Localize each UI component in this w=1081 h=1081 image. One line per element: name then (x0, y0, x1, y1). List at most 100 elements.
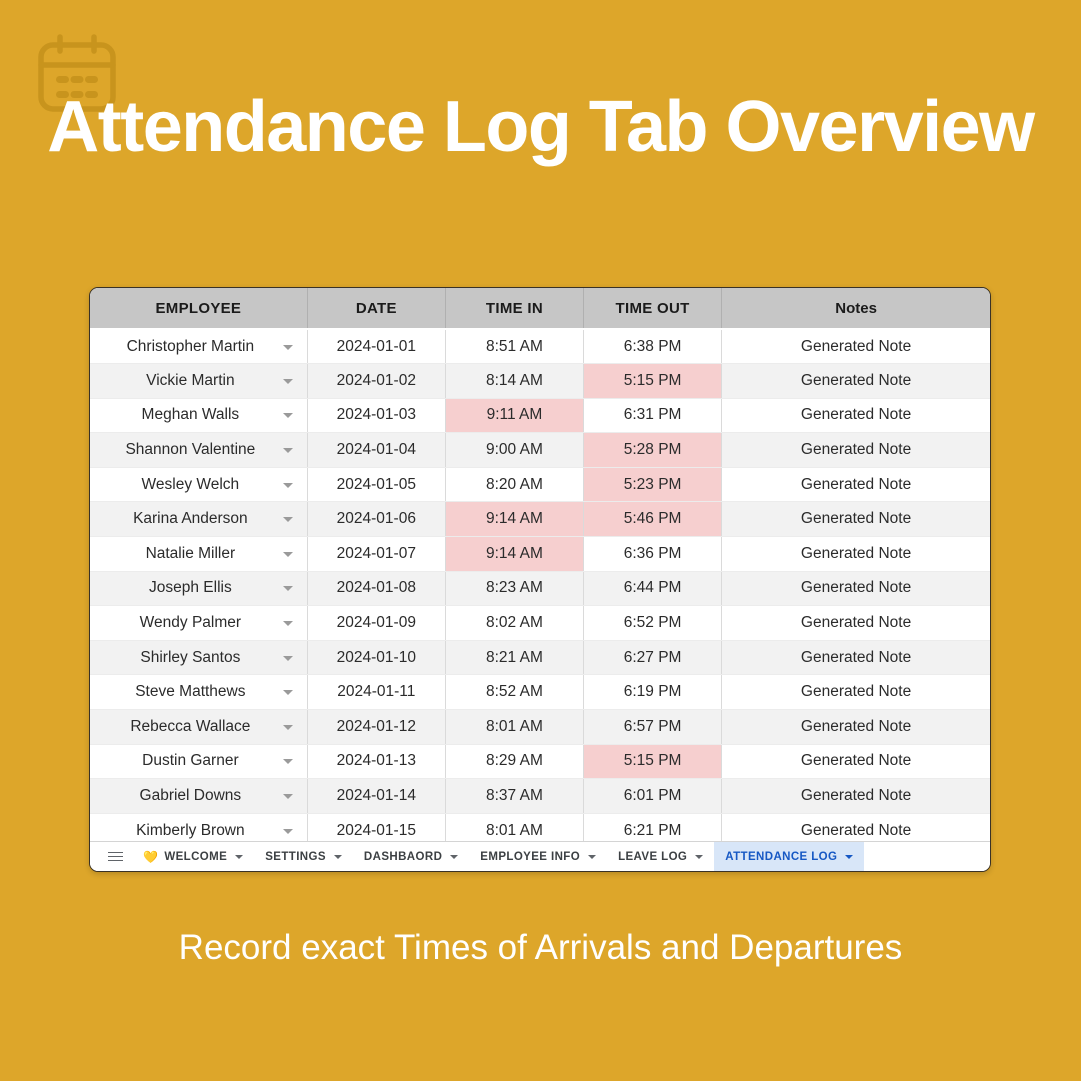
cell-time-in[interactable]: 9:14 AM (445, 536, 585, 572)
sheet-tab-leave-log[interactable]: LEAVE LOG (607, 842, 714, 871)
cell-time-in[interactable]: 8:14 AM (445, 363, 585, 399)
chevron-down-icon[interactable] (282, 724, 293, 730)
cell-time-out[interactable]: 5:15 PM (583, 744, 723, 780)
cell-time-in[interactable]: 8:21 AM (445, 640, 585, 676)
cell-employee[interactable]: Rebecca Wallace (90, 709, 308, 745)
cell-time-in[interactable]: 8:02 AM (445, 605, 585, 641)
cell-time-out[interactable]: 6:19 PM (583, 674, 723, 711)
cell-notes[interactable]: Generated Note (721, 571, 990, 607)
cell-notes[interactable]: Generated Note (721, 744, 990, 780)
cell-time-in[interactable]: 9:00 AM (445, 432, 585, 468)
chevron-down-icon[interactable] (588, 854, 597, 859)
column-header-time-out[interactable]: TIME OUT (583, 288, 723, 330)
cell-employee[interactable]: Gabriel Downs (90, 778, 308, 814)
chevron-down-icon[interactable] (282, 413, 293, 419)
cell-date[interactable]: 2024-01-03 (307, 398, 446, 434)
cell-time-in[interactable]: 8:20 AM (445, 467, 585, 503)
cell-time-out[interactable]: 6:01 PM (583, 778, 723, 814)
table-row[interactable]: Rebecca Wallace 2024-01-12 8:01 AM 6:57 PM G… (90, 709, 990, 745)
cell-employee[interactable]: Meghan Walls (90, 398, 308, 434)
cell-time-out[interactable]: 5:46 PM (583, 501, 723, 538)
cell-time-out[interactable]: 6:57 PM (583, 709, 723, 745)
table-row[interactable]: Vickie Martin 2024-01-02 8:14 AM 5:15 PM Gen… (90, 363, 990, 399)
cell-employee[interactable]: Wendy Palmer (90, 605, 308, 641)
cell-time-out[interactable]: 5:28 PM (583, 432, 723, 468)
cell-date[interactable]: 2024-01-12 (307, 709, 446, 745)
table-row[interactable]: Meghan Walls 2024-01-03 9:11 AM 6:31 PM Gene… (90, 398, 990, 434)
cell-notes[interactable]: Generated Note (721, 709, 990, 745)
chevron-down-icon[interactable] (845, 854, 854, 859)
cell-time-in[interactable]: 8:52 AM (445, 674, 585, 711)
table-row[interactable]: Kimberly Brown 2024-01-15 8:01 AM 6:21 PM Ge… (90, 813, 990, 841)
cell-date[interactable]: 2024-01-05 (307, 467, 446, 503)
cell-date[interactable]: 2024-01-10 (307, 640, 446, 676)
cell-employee[interactable]: Vickie Martin (90, 363, 308, 399)
cell-notes[interactable]: Generated Note (721, 640, 990, 676)
column-header-notes[interactable]: Notes (721, 288, 990, 330)
cell-notes[interactable]: Generated Note (721, 813, 990, 841)
cell-employee[interactable]: Shannon Valentine (90, 432, 308, 468)
sheet-tab-dashbaord[interactable]: DASHBAORD (353, 842, 469, 871)
chevron-down-icon[interactable] (235, 854, 244, 859)
cell-employee[interactable]: Wesley Welch (90, 467, 308, 503)
table-row[interactable]: Gabriel Downs 2024-01-14 8:37 AM 6:01 PM Gen… (90, 778, 990, 814)
chevron-down-icon[interactable] (282, 655, 293, 661)
table-row[interactable]: Wendy Palmer 2024-01-09 8:02 AM 6:52 PM Gene… (90, 605, 990, 641)
cell-employee[interactable]: Kimberly Brown (90, 813, 308, 841)
cell-notes[interactable]: Generated Note (721, 329, 990, 365)
cell-date[interactable]: 2024-01-15 (307, 813, 446, 841)
cell-date[interactable]: 2024-01-01 (307, 329, 446, 365)
cell-date[interactable]: 2024-01-04 (307, 432, 446, 468)
table-row[interactable]: Dustin Garner 2024-01-13 8:29 AM 5:15 PM Gen… (90, 744, 990, 780)
chevron-down-icon[interactable] (282, 621, 293, 627)
cell-employee[interactable]: Joseph Ellis (90, 571, 308, 607)
chevron-down-icon[interactable] (333, 854, 342, 859)
cell-date[interactable]: 2024-01-07 (307, 536, 446, 572)
sheet-tab-welcome[interactable]: 💛 WELCOME (132, 842, 254, 871)
table-row[interactable]: Natalie Miller 2024-01-07 9:14 AM 6:36 PM Ge… (90, 536, 990, 572)
cell-time-out[interactable]: 5:23 PM (583, 467, 723, 503)
cell-date[interactable]: 2024-01-09 (307, 605, 446, 641)
cell-notes[interactable]: Generated Note (721, 674, 990, 711)
cell-date[interactable]: 2024-01-08 (307, 571, 446, 607)
chevron-down-icon[interactable] (695, 854, 704, 859)
cell-employee[interactable]: Steve Matthews (90, 674, 308, 711)
table-row[interactable]: Karina Anderson 2024-01-06 9:14 AM 5:46 PM G… (90, 501, 990, 538)
cell-time-in[interactable]: 8:51 AM (445, 329, 585, 365)
cell-notes[interactable]: Generated Note (721, 501, 990, 538)
table-row[interactable]: Wesley Welch 2024-01-05 8:20 AM 5:23 PM Gene… (90, 467, 990, 503)
cell-time-in[interactable]: 8:29 AM (445, 744, 585, 780)
chevron-down-icon[interactable] (282, 482, 293, 488)
cell-date[interactable]: 2024-01-11 (307, 674, 446, 711)
cell-employee[interactable]: Shirley Santos (90, 640, 308, 676)
cell-notes[interactable]: Generated Note (721, 398, 990, 434)
column-header-date[interactable]: DATE (307, 288, 446, 330)
chevron-down-icon[interactable] (282, 551, 293, 557)
cell-notes[interactable]: Generated Note (721, 536, 990, 572)
chevron-down-icon[interactable] (282, 586, 293, 592)
cell-date[interactable]: 2024-01-06 (307, 501, 446, 538)
column-header-time-in[interactable]: TIME IN (445, 288, 585, 330)
cell-time-out[interactable]: 6:21 PM (583, 813, 723, 841)
cell-notes[interactable]: Generated Note (721, 778, 990, 814)
cell-notes[interactable]: Generated Note (721, 432, 990, 468)
cell-time-out[interactable]: 6:52 PM (583, 605, 723, 641)
cell-time-out[interactable]: 6:36 PM (583, 536, 723, 572)
cell-notes[interactable]: Generated Note (721, 605, 990, 641)
cell-time-out[interactable]: 6:38 PM (583, 329, 723, 365)
table-row[interactable]: Joseph Ellis 2024-01-08 8:23 AM 6:44 PM Gene… (90, 571, 990, 607)
sheet-tab-employee-info[interactable]: EMPLOYEE INFO (469, 842, 607, 871)
chevron-down-icon[interactable] (282, 378, 293, 384)
cell-employee[interactable]: Dustin Garner (90, 744, 308, 780)
chevron-down-icon[interactable] (282, 344, 293, 350)
column-header-employee[interactable]: EMPLOYEE (90, 288, 308, 330)
cell-time-out[interactable]: 6:31 PM (583, 398, 723, 434)
chevron-down-icon[interactable] (282, 517, 293, 523)
cell-time-in[interactable]: 9:11 AM (445, 398, 585, 434)
chevron-down-icon[interactable] (282, 448, 293, 454)
cell-time-out[interactable]: 6:27 PM (583, 640, 723, 676)
table-row[interactable]: Shirley Santos 2024-01-10 8:21 AM 6:27 PM Ge… (90, 640, 990, 676)
chevron-down-icon[interactable] (282, 794, 293, 800)
cell-date[interactable]: 2024-01-14 (307, 778, 446, 814)
hamburger-icon[interactable] (98, 842, 132, 871)
